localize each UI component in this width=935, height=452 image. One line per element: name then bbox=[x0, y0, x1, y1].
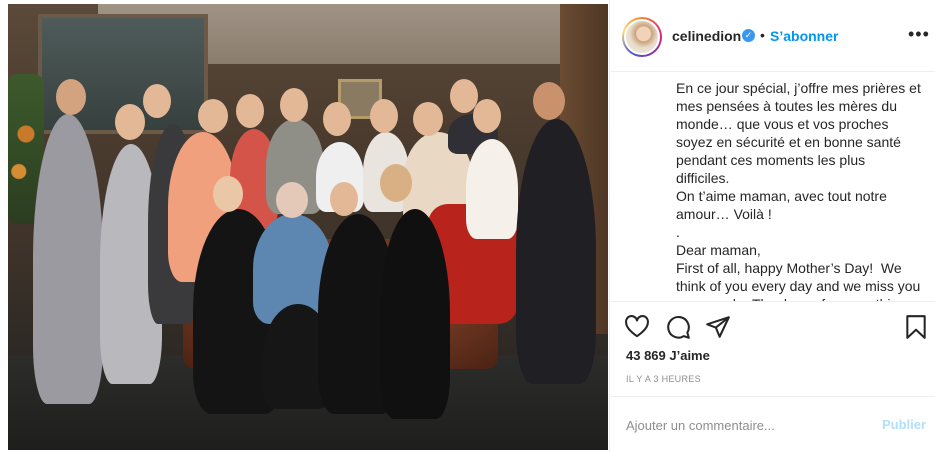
photo-person-head bbox=[143, 84, 171, 118]
photo-person-head bbox=[413, 102, 443, 136]
follow-button[interactable]: S’abonner bbox=[770, 28, 838, 44]
caption-line: On t’aime maman, avec tout notre amour… … bbox=[676, 188, 891, 222]
username-link[interactable]: celinedion bbox=[672, 28, 741, 44]
caption-line: En ce jour spécial, j’offre mes prières … bbox=[676, 80, 925, 186]
photo-person bbox=[380, 209, 450, 419]
photo-person-head bbox=[213, 176, 243, 212]
comment-bar: Publier bbox=[610, 396, 935, 452]
photo-person-head bbox=[276, 182, 308, 218]
post-photo[interactable] bbox=[8, 4, 608, 450]
photo-person-head bbox=[280, 88, 308, 122]
caption-line: Dear maman, bbox=[676, 242, 761, 258]
photo-person bbox=[516, 119, 596, 384]
caption-area: En ce jour spécial, j’offre mes prières … bbox=[610, 73, 935, 301]
photo-person bbox=[466, 139, 518, 239]
caption-line: First of all, happy Mother’s Day! We thi… bbox=[676, 260, 921, 301]
avatar[interactable] bbox=[622, 17, 662, 57]
instagram-post: celinedion ✓ • S’abonner ••• En ce jour … bbox=[0, 0, 935, 452]
publish-button[interactable]: Publier bbox=[882, 417, 926, 432]
caption-line: . bbox=[676, 224, 680, 240]
verified-badge-icon: ✓ bbox=[742, 29, 755, 42]
photo-person-head bbox=[370, 99, 398, 133]
photo-person-head bbox=[56, 79, 86, 115]
photo-person-head bbox=[115, 104, 145, 140]
bookmark-icon[interactable] bbox=[903, 314, 929, 340]
post-timestamp[interactable]: IL Y A 3 HEURES bbox=[626, 374, 701, 384]
comment-icon[interactable] bbox=[665, 314, 691, 340]
photo-person-head bbox=[323, 102, 351, 136]
action-bar bbox=[610, 301, 935, 349]
photo-person-head bbox=[236, 94, 264, 128]
photo-person-head bbox=[380, 164, 412, 202]
photo-person-head bbox=[533, 82, 565, 120]
likes-count[interactable]: 43 869 J’aime bbox=[626, 348, 710, 363]
photo-person-head bbox=[473, 99, 501, 133]
more-options-icon[interactable]: ••• bbox=[908, 24, 930, 45]
comment-input[interactable] bbox=[626, 415, 866, 435]
photo-person-head bbox=[198, 99, 228, 133]
caption-text: En ce jour spécial, j’offre mes prières … bbox=[676, 79, 921, 301]
photo-person bbox=[33, 114, 103, 404]
post-sidebar: celinedion ✓ • S’abonner ••• En ce jour … bbox=[609, 0, 935, 452]
photo-person-head bbox=[330, 182, 358, 216]
avatar-image bbox=[624, 19, 660, 55]
header-separator: • bbox=[760, 27, 765, 43]
heart-icon[interactable] bbox=[624, 314, 650, 340]
post-header: celinedion ✓ • S’abonner ••• bbox=[610, 0, 935, 72]
share-icon[interactable] bbox=[705, 314, 731, 340]
